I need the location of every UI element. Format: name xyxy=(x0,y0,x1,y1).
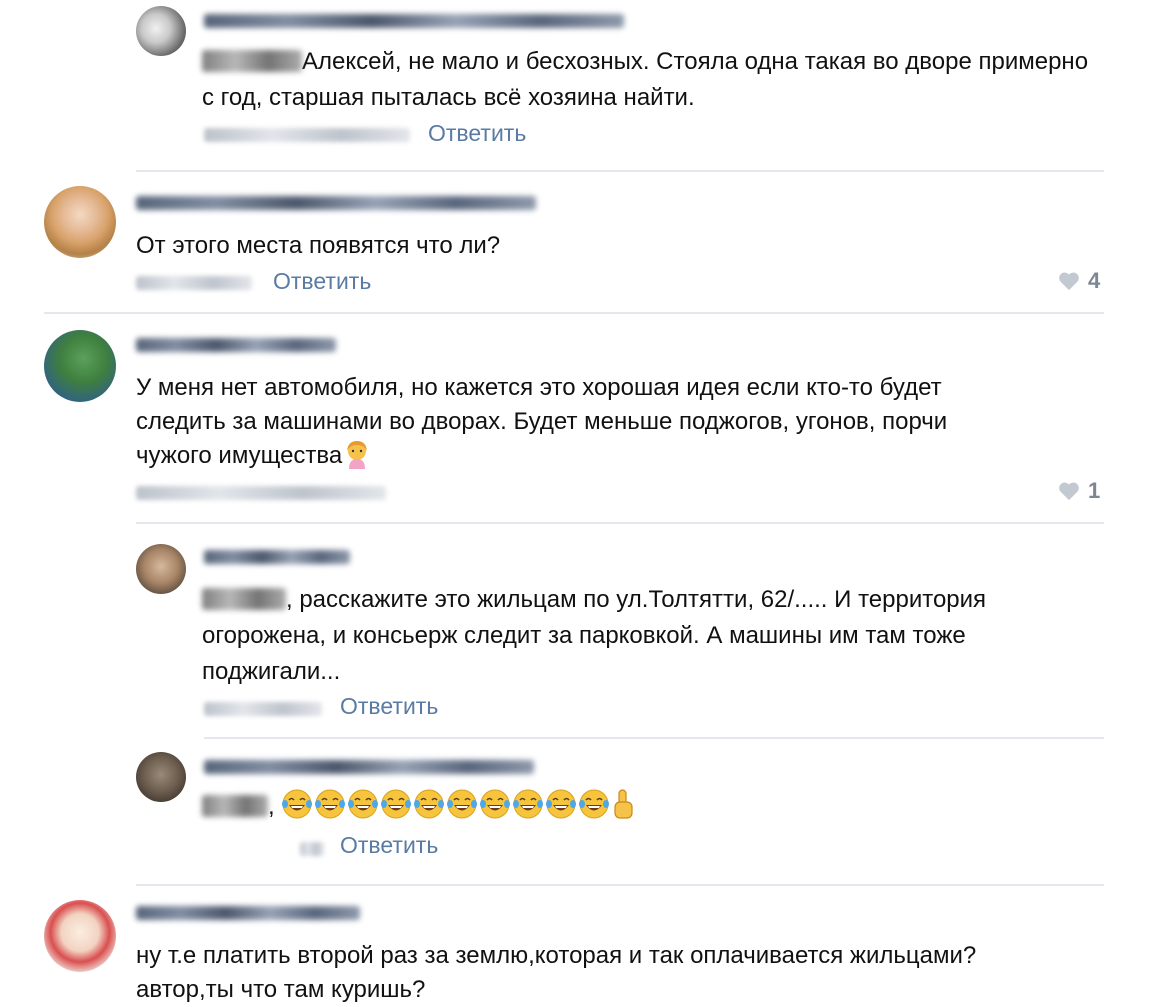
divider xyxy=(136,522,1104,524)
divider xyxy=(136,884,1104,886)
comment-text-line-2: следить за машинами во дворах. Будет мен… xyxy=(136,408,948,435)
timestamp-redacted xyxy=(204,128,410,142)
reply-button[interactable]: Ответить xyxy=(273,268,371,295)
timestamp-redacted xyxy=(136,276,252,290)
tears-of-joy-emoji xyxy=(414,789,445,819)
tears-of-joy-emoji xyxy=(579,789,610,819)
tears-of-joy-emoji xyxy=(282,789,313,819)
like-button[interactable]: 1 xyxy=(1058,478,1100,504)
avatar[interactable] xyxy=(136,752,186,802)
avatar[interactable] xyxy=(44,900,116,972)
like-count: 4 xyxy=(1088,268,1101,293)
redacted-word xyxy=(202,795,268,817)
comment-text-line-2: огорожена, и консьерж следит за парковко… xyxy=(202,622,966,649)
avatar[interactable] xyxy=(136,544,186,594)
divider xyxy=(204,737,1104,739)
comment-text-line-2: автор,ты что там куришь? xyxy=(136,976,426,1003)
comment-text: От этого места появятся что ли? xyxy=(136,232,501,259)
avatar[interactable] xyxy=(136,6,186,56)
index-pointing-up-emoji xyxy=(614,789,633,819)
author-name-redacted[interactable] xyxy=(136,196,536,210)
redacted-word xyxy=(202,588,286,610)
reply-button[interactable]: Ответить xyxy=(340,693,438,720)
author-name-redacted[interactable] xyxy=(204,14,624,28)
comment-text-line-3: чужого имущества xyxy=(136,438,372,473)
divider xyxy=(44,312,1104,314)
avatar[interactable] xyxy=(44,186,116,258)
heart-icon xyxy=(1059,482,1079,501)
comment-text: , расскажите это жильцам по ул.Толтятти,… xyxy=(202,582,986,617)
like-button[interactable]: 4 xyxy=(1058,268,1100,294)
redacted-word xyxy=(202,50,302,72)
comment-text: ну т.е платить второй раз за землю,котор… xyxy=(136,942,977,969)
tears-of-joy-emoji xyxy=(447,789,478,819)
comment-text: , xyxy=(202,788,636,824)
timestamp-redacted xyxy=(136,486,386,500)
author-name-redacted[interactable] xyxy=(204,760,534,774)
woman-gesturing-emoji xyxy=(347,441,368,469)
avatar[interactable] xyxy=(44,330,116,402)
tears-of-joy-emoji xyxy=(546,789,577,819)
comment-text: У меня нет автомобиля, но кажется это хо… xyxy=(136,374,942,401)
tears-of-joy-emoji xyxy=(480,789,511,819)
timestamp-redacted xyxy=(204,702,322,716)
author-name-redacted[interactable] xyxy=(136,338,336,352)
reply-button[interactable]: Ответить xyxy=(340,832,438,859)
comment-text-line-3: поджигали... xyxy=(202,658,341,685)
tears-of-joy-emoji xyxy=(381,789,412,819)
comment-text: Алексей, не мало и бесхозных. Стояла одн… xyxy=(202,44,1088,79)
like-count: 1 xyxy=(1088,478,1101,503)
comment-text-line-2: с год, старшая пыталась всё хозяина найт… xyxy=(202,84,695,111)
author-name-redacted[interactable] xyxy=(204,550,350,564)
reply-button[interactable]: Ответить xyxy=(428,120,526,147)
timestamp-redacted xyxy=(300,842,324,856)
emoji-row xyxy=(281,788,610,820)
tears-of-joy-emoji xyxy=(348,789,379,819)
tears-of-joy-emoji xyxy=(315,789,346,819)
divider xyxy=(136,170,1104,172)
author-name-redacted[interactable] xyxy=(136,906,360,920)
heart-icon xyxy=(1059,272,1079,291)
tears-of-joy-emoji xyxy=(513,789,544,819)
